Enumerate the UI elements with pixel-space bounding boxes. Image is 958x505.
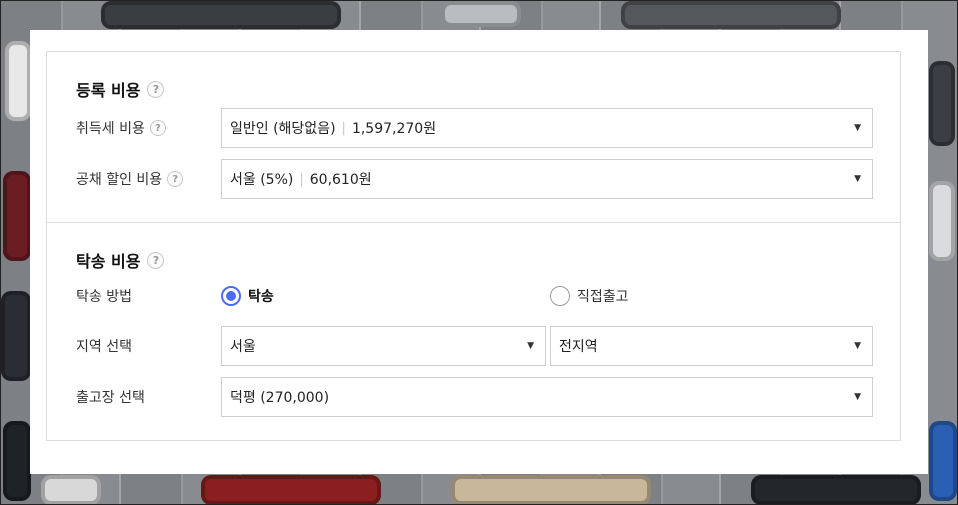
release-center-label: 출고장 선택	[76, 377, 145, 417]
bond-discount-label: 공채 할인 비용 ?	[76, 159, 184, 199]
acquisition-tax-select[interactable]: 일반인 (해당없음) | 1,597,270원 ▼	[221, 108, 873, 148]
chevron-down-icon: ▼	[854, 392, 861, 402]
registration-title-text: 등록 비용	[76, 81, 141, 100]
region-district-select[interactable]: 전지역 ▼	[550, 326, 873, 366]
release-center-selected: 덕평 (270,000)	[230, 390, 330, 406]
chevron-down-icon: ▼	[854, 341, 861, 351]
region-label-text: 지역 선택	[76, 339, 132, 355]
help-icon[interactable]: ?	[167, 171, 184, 187]
radio-consignment-label: 탁송	[248, 289, 274, 305]
value-separator: |	[299, 171, 304, 187]
region-city-select[interactable]: 서울 ▼	[221, 326, 546, 366]
radio-consignment[interactable]: 탁송	[221, 284, 274, 308]
acquisition-tax-label: 취득세 비용 ?	[76, 108, 166, 148]
acquisition-tax-label-text: 취득세 비용	[76, 121, 145, 137]
chevron-down-icon: ▼	[527, 341, 534, 351]
consignment-section: 탁송 비용 ? 탁송 방법 탁송 직접출고 지역 선택 서울 ▼ 전지역 ▼ 출…	[47, 223, 900, 441]
delivery-method-label: 탁송 방법	[76, 276, 132, 316]
bond-discount-selected: 서울 (5%)	[230, 172, 294, 188]
registration-title: 등록 비용 ?	[76, 77, 165, 101]
region-district-selected: 전지역	[559, 339, 598, 355]
radio-checked-icon[interactable]	[221, 286, 241, 306]
release-center-select[interactable]: 덕평 (270,000) ▼	[221, 377, 873, 417]
region-label: 지역 선택	[76, 326, 132, 366]
acquisition-tax-selected: 일반인 (해당없음)	[230, 121, 336, 137]
delivery-method-label-text: 탁송 방법	[76, 289, 132, 305]
help-icon[interactable]: ?	[149, 120, 166, 136]
cost-card: 등록 비용 ? 취득세 비용 ? 일반인 (해당없음) | 1,597,270원…	[30, 30, 928, 474]
chevron-down-icon: ▼	[854, 174, 861, 184]
radio-direct-release[interactable]: 직접출고	[550, 284, 629, 308]
consignment-title: 탁송 비용 ?	[76, 248, 165, 272]
value-separator: |	[341, 120, 346, 136]
region-city-selected: 서울	[230, 339, 256, 355]
release-center-label-text: 출고장 선택	[76, 390, 145, 406]
help-icon[interactable]: ?	[147, 80, 165, 98]
bond-discount-select[interactable]: 서울 (5%) | 60,610원 ▼	[221, 159, 873, 199]
cost-panel: 등록 비용 ? 취득세 비용 ? 일반인 (해당없음) | 1,597,270원…	[46, 51, 901, 441]
radio-direct-release-label: 직접출고	[577, 289, 629, 305]
bond-discount-amount: 60,610원	[309, 172, 372, 188]
help-icon[interactable]: ?	[147, 251, 165, 269]
chevron-down-icon: ▼	[854, 123, 861, 133]
consignment-title-text: 탁송 비용	[76, 252, 141, 271]
bond-discount-label-text: 공채 할인 비용	[76, 172, 163, 188]
acquisition-tax-amount: 1,597,270원	[351, 121, 437, 137]
registration-section: 등록 비용 ? 취득세 비용 ? 일반인 (해당없음) | 1,597,270원…	[47, 52, 900, 223]
radio-unchecked-icon[interactable]	[550, 286, 570, 306]
